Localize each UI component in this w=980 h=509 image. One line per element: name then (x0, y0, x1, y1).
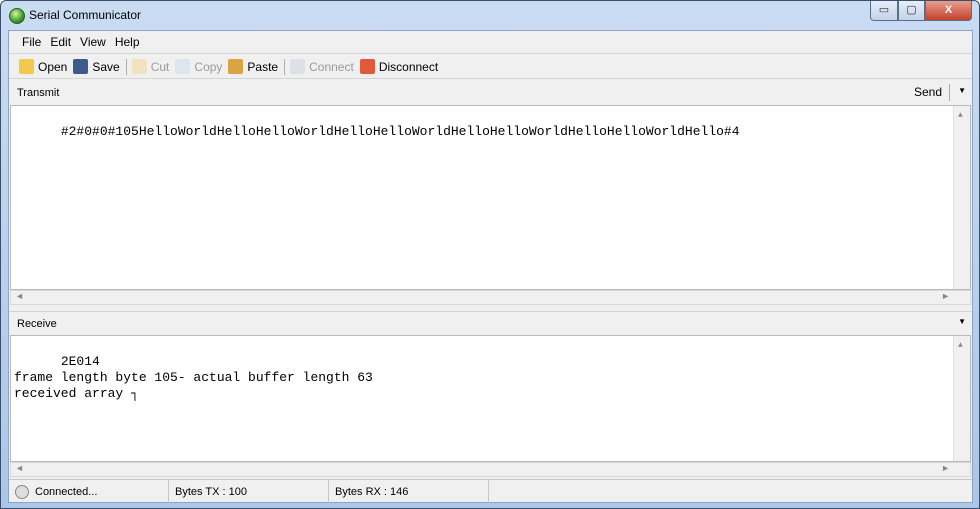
status-play-icon (15, 484, 29, 499)
send-dropdown-icon[interactable]: ▼ (958, 86, 966, 95)
save-button[interactable]: Save (73, 59, 120, 74)
menu-edit[interactable]: Edit (50, 35, 71, 49)
receive-textarea[interactable]: 2E014 frame length byte 105- actual buff… (10, 335, 971, 462)
window-title: Serial Communicator (29, 8, 142, 22)
transmit-header: Transmit Send ▼ (9, 81, 972, 105)
receive-dropdown-icon[interactable]: ▼ (958, 317, 966, 326)
menu-bar: File Edit View Help (9, 31, 972, 54)
connect-label: Connect (309, 59, 354, 74)
save-label: Save (92, 59, 120, 74)
transmit-horizontal-scrollbar[interactable]: ◄ ► (10, 290, 971, 305)
status-bar: Connected... Bytes TX : 100 Bytes RX : 1… (9, 479, 972, 503)
clipboard-icon (228, 59, 244, 74)
send-separator (949, 84, 950, 101)
paste-label: Paste (247, 59, 279, 74)
connection-status: Connected... (35, 485, 98, 498)
disconnect-label: Disconnect (378, 59, 439, 74)
transmit-label: Transmit (17, 87, 60, 99)
floppy-icon (73, 59, 89, 74)
copy-icon (175, 59, 191, 74)
scissors-icon (131, 59, 147, 74)
transmit-text: #2#0#0#105HelloWorldHelloHelloWorldHello… (60, 124, 740, 139)
receive-horizontal-scrollbar[interactable]: ◄ ► (10, 462, 971, 477)
app-window: Serial Communicator ▭ ▢ X File Edit View… (0, 0, 980, 509)
bytes-tx: Bytes TX : 100 (175, 485, 247, 498)
folder-icon (19, 59, 34, 74)
status-connection: Connected... (9, 480, 169, 503)
copy-button[interactable]: Copy (175, 59, 222, 74)
status-bytes-tx: Bytes TX : 100 (169, 480, 329, 503)
receive-header: Receive ▼ (9, 311, 972, 335)
receive-text: 2E014 frame length byte 105- actual buff… (14, 354, 373, 401)
close-button[interactable]: X (925, 1, 972, 21)
connect-button[interactable]: Connect (290, 59, 354, 74)
app-globe-icon (9, 8, 25, 24)
transmit-textarea[interactable]: #2#0#0#105HelloWorldHelloHelloWorldHello… (10, 105, 971, 290)
menu-view[interactable]: View (80, 35, 106, 49)
disconnect-icon (359, 59, 375, 74)
open-label: Open (38, 59, 68, 74)
open-button[interactable]: Open (19, 59, 67, 74)
minimize-button[interactable]: ▭ (870, 1, 898, 21)
receive-label: Receive (17, 317, 57, 330)
status-bytes-rx: Bytes RX : 146 (329, 480, 489, 503)
receive-vertical-scrollbar[interactable]: ▲ (953, 336, 970, 461)
toolbar-separator (284, 58, 286, 75)
copy-label: Copy (194, 59, 223, 74)
send-button[interactable]: Send (914, 85, 942, 99)
maximize-button[interactable]: ▢ (898, 1, 925, 21)
client-area: File Edit View Help Open Save Cut Copy P… (8, 30, 973, 503)
toolbar: Open Save Cut Copy Paste Connect Disconn… (9, 55, 972, 79)
transmit-vertical-scrollbar[interactable]: ▲ (953, 106, 970, 289)
connect-icon (290, 59, 306, 74)
menu-help[interactable]: Help (115, 35, 140, 49)
paste-button[interactable]: Paste (228, 59, 278, 74)
disconnect-button[interactable]: Disconnect (359, 59, 439, 74)
cut-button[interactable]: Cut (131, 59, 170, 74)
menu-file[interactable]: File (22, 35, 41, 49)
cut-label: Cut (150, 59, 170, 74)
bytes-rx: Bytes RX : 146 (335, 485, 409, 498)
toolbar-separator (125, 58, 127, 75)
